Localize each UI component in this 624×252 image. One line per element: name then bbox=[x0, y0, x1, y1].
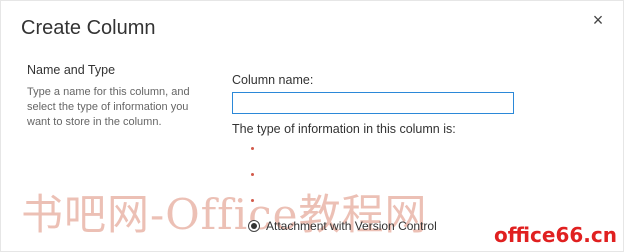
column-name-label: Column name: bbox=[232, 73, 314, 87]
option-label: Attachment with Version Control bbox=[266, 219, 437, 233]
create-column-dialog: Create Column × Name and Type Type a nam… bbox=[0, 0, 624, 252]
option-attachment-version-control[interactable]: Attachment with Version Control bbox=[248, 219, 437, 233]
close-icon[interactable]: × bbox=[589, 11, 607, 29]
column-name-input[interactable] bbox=[232, 92, 514, 114]
radio-selected-icon[interactable] bbox=[248, 220, 260, 232]
option-marker bbox=[251, 147, 254, 150]
type-label: The type of information in this column i… bbox=[232, 122, 456, 136]
dialog-title: Create Column bbox=[21, 17, 156, 39]
option-marker bbox=[251, 199, 254, 202]
section-title: Name and Type bbox=[27, 63, 116, 77]
option-marker bbox=[251, 173, 254, 176]
section-description: Type a name for this column, and select … bbox=[27, 86, 190, 128]
watermark-corner-text: office66.cn bbox=[494, 223, 617, 247]
name-and-type-section: Name and Type Type a name for this colum… bbox=[27, 63, 212, 130]
column-form: Column name: The type of information in … bbox=[232, 73, 602, 136]
